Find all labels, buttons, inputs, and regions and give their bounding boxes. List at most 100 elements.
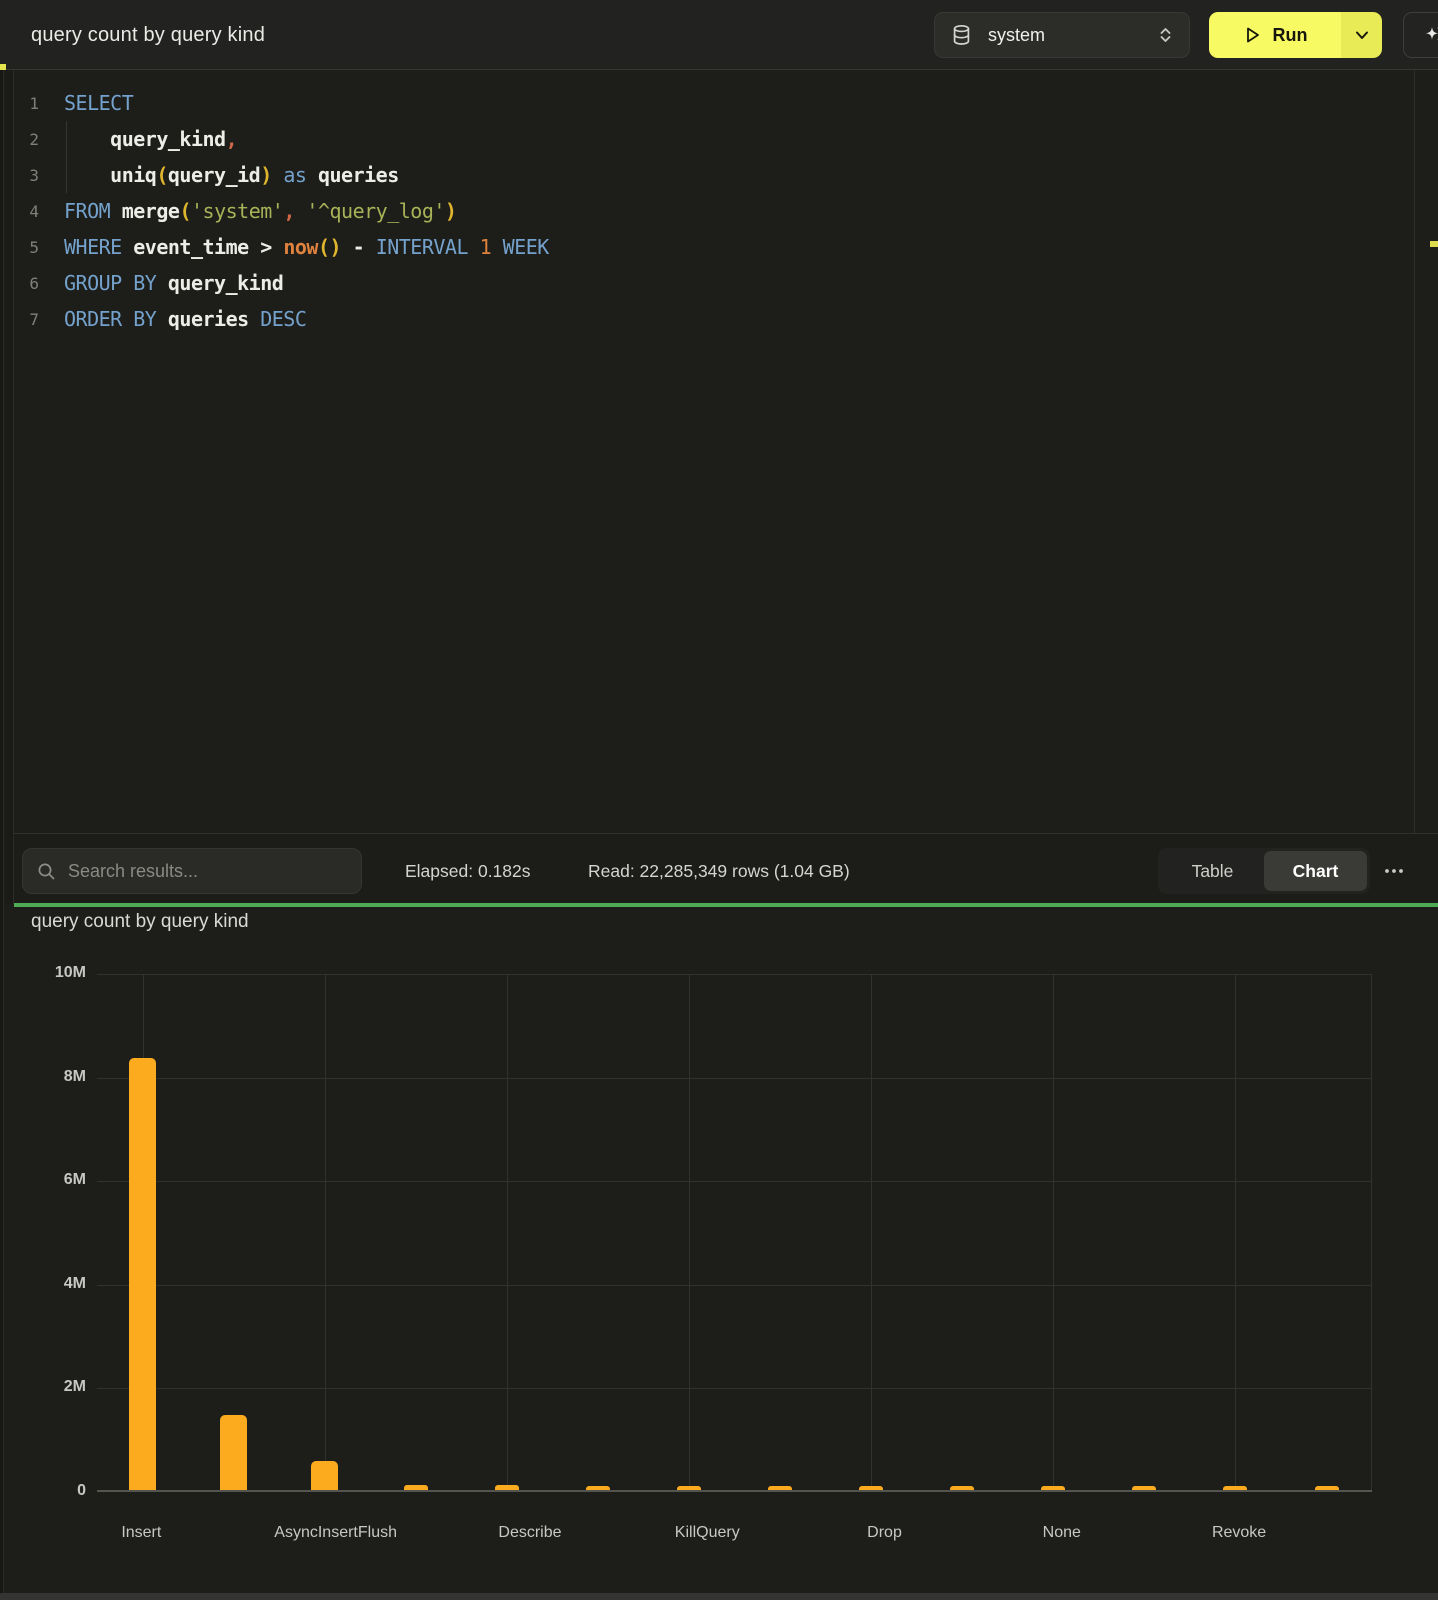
code-line[interactable]: 7 ORDER BY queries DESC: [14, 301, 1438, 337]
bar-slot: [1190, 974, 1281, 1490]
bar-slot: [188, 974, 279, 1490]
chart-title: query count by query kind: [31, 911, 249, 933]
bar-unlabeled[interactable]: [1132, 1486, 1156, 1490]
code-line[interactable]: 4 FROM merge('system', '^query_log'): [14, 193, 1438, 229]
line-number: 5: [14, 238, 39, 257]
x-tick-label: [397, 1524, 486, 1542]
x-axis-labels: InsertAsyncInsertFlushDescribeKillQueryD…: [97, 1524, 1372, 1542]
sql-editor[interactable]: 1SELECT2 query_kind,3 uniq(query_id) as …: [14, 70, 1438, 833]
line-number: 4: [14, 202, 39, 221]
gridline-vertical: [871, 974, 872, 1490]
run-options-dropdown[interactable]: [1341, 12, 1382, 58]
line-number: 1: [14, 94, 39, 113]
bar-slots: [97, 974, 1372, 1490]
x-tick-label: AsyncInsertFlush: [274, 1524, 397, 1542]
header: query count by query kind system: [0, 0, 1438, 70]
bar-revoke[interactable]: [1223, 1486, 1247, 1490]
bar-describe[interactable]: [495, 1485, 519, 1490]
line-number: 2: [14, 130, 39, 149]
bar-slot: [1099, 974, 1190, 1490]
search-results-box[interactable]: [22, 848, 362, 894]
left-panel-edge: [0, 70, 4, 1593]
bar-slot: [552, 974, 643, 1490]
editor-gutter-edge: [5, 70, 14, 904]
bar-unlabeled[interactable]: [404, 1485, 428, 1490]
bar-unlabeled[interactable]: [950, 1486, 974, 1490]
y-tick-label: 6M: [30, 1171, 86, 1189]
line-number: 6: [14, 274, 39, 293]
x-tick-label: Insert: [97, 1524, 186, 1542]
chevron-updown-icon: [1158, 24, 1173, 46]
y-tick-label: 2M: [30, 1378, 86, 1396]
bar-slot: [461, 974, 552, 1490]
bar-slot: [1281, 974, 1372, 1490]
run-button[interactable]: Run: [1209, 12, 1382, 58]
line-number: 7: [14, 310, 39, 329]
elapsed-stat: Elapsed: 0.182s: [405, 848, 531, 894]
bar-asyncinsertflush[interactable]: [311, 1461, 338, 1490]
code-text: WHERE event_time > now() - INTERVAL 1 WE…: [64, 235, 549, 259]
read-stat: Read: 22,285,349 rows (1.04 GB): [588, 848, 850, 894]
editor-overview-ruler[interactable]: [1414, 70, 1415, 833]
x-tick-label: [929, 1524, 1018, 1542]
code-line[interactable]: 5 WHERE event_time > now() - INTERVAL 1 W…: [14, 229, 1438, 265]
bar-killquery[interactable]: [677, 1486, 701, 1490]
sql-console-window: query count by query kind system: [0, 0, 1438, 1600]
indent-guide: [66, 121, 67, 193]
bar-unlabeled[interactable]: [768, 1486, 792, 1490]
bar-unlabeled[interactable]: [1315, 1486, 1339, 1490]
gridline-vertical: [1053, 974, 1054, 1490]
gridline-vertical: [1235, 974, 1236, 1490]
run-button-label: Run: [1273, 25, 1308, 46]
bar-insert[interactable]: [129, 1058, 156, 1490]
query-tab-title: query count by query kind: [31, 0, 265, 70]
search-results-input[interactable]: [68, 861, 347, 882]
bar-unlabeled[interactable]: [220, 1415, 247, 1490]
view-toggle-table[interactable]: Table: [1161, 851, 1264, 891]
x-tick-label: [1106, 1524, 1195, 1542]
code-text: SELECT: [64, 91, 133, 115]
x-tick-label: Revoke: [1195, 1524, 1284, 1542]
database-icon: [951, 24, 972, 46]
code-text: ORDER BY queries DESC: [64, 307, 306, 331]
gridline-vertical: [689, 974, 690, 1490]
sparkles-icon: [1421, 23, 1438, 47]
line-number: 3: [14, 166, 39, 185]
x-tick-label: [574, 1524, 663, 1542]
x-tick-label: Drop: [840, 1524, 929, 1542]
code-line[interactable]: 3 uniq(query_id) as queries: [14, 157, 1438, 193]
bar-unlabeled[interactable]: [586, 1486, 610, 1490]
gridline-vertical: [325, 974, 326, 1490]
x-tick-label: [186, 1524, 275, 1542]
code-text: uniq(query_id) as queries: [64, 163, 399, 187]
bar-slot: [370, 974, 461, 1490]
chart-plot-area: [97, 974, 1372, 1492]
ai-assist-button[interactable]: [1403, 12, 1438, 58]
y-tick-label: 4M: [30, 1275, 86, 1293]
run-button-main[interactable]: Run: [1209, 12, 1341, 58]
code-line[interactable]: 1 SELECT: [14, 85, 1438, 121]
view-toggle-chart[interactable]: Chart: [1264, 851, 1367, 891]
code-line[interactable]: 6 GROUP BY query_kind: [14, 265, 1438, 301]
view-toggle: TableChart: [1158, 848, 1370, 894]
bar-slot: [826, 974, 917, 1490]
code-text: GROUP BY query_kind: [64, 271, 283, 295]
more-options-button[interactable]: [1378, 856, 1410, 886]
database-selector[interactable]: system: [934, 12, 1190, 58]
y-tick-label: 10M: [30, 964, 86, 982]
bar-drop[interactable]: [859, 1486, 883, 1490]
ellipsis-icon: [1383, 860, 1405, 882]
code-lines: 1SELECT2 query_kind,3 uniq(query_id) as …: [14, 85, 1438, 337]
bar-slot: [643, 974, 734, 1490]
code-text: FROM merge('system', '^query_log'): [64, 199, 456, 223]
search-icon: [37, 862, 56, 881]
code-line[interactable]: 2 query_kind,: [14, 121, 1438, 157]
gridline-vertical: [507, 974, 508, 1490]
bar-slot: [735, 974, 826, 1490]
database-selector-value: system: [988, 25, 1045, 46]
x-tick-label: None: [1017, 1524, 1106, 1542]
x-tick-label: [1283, 1524, 1372, 1542]
bar-none[interactable]: [1041, 1486, 1065, 1490]
x-tick-label: KillQuery: [663, 1524, 752, 1542]
play-icon: [1243, 25, 1262, 45]
